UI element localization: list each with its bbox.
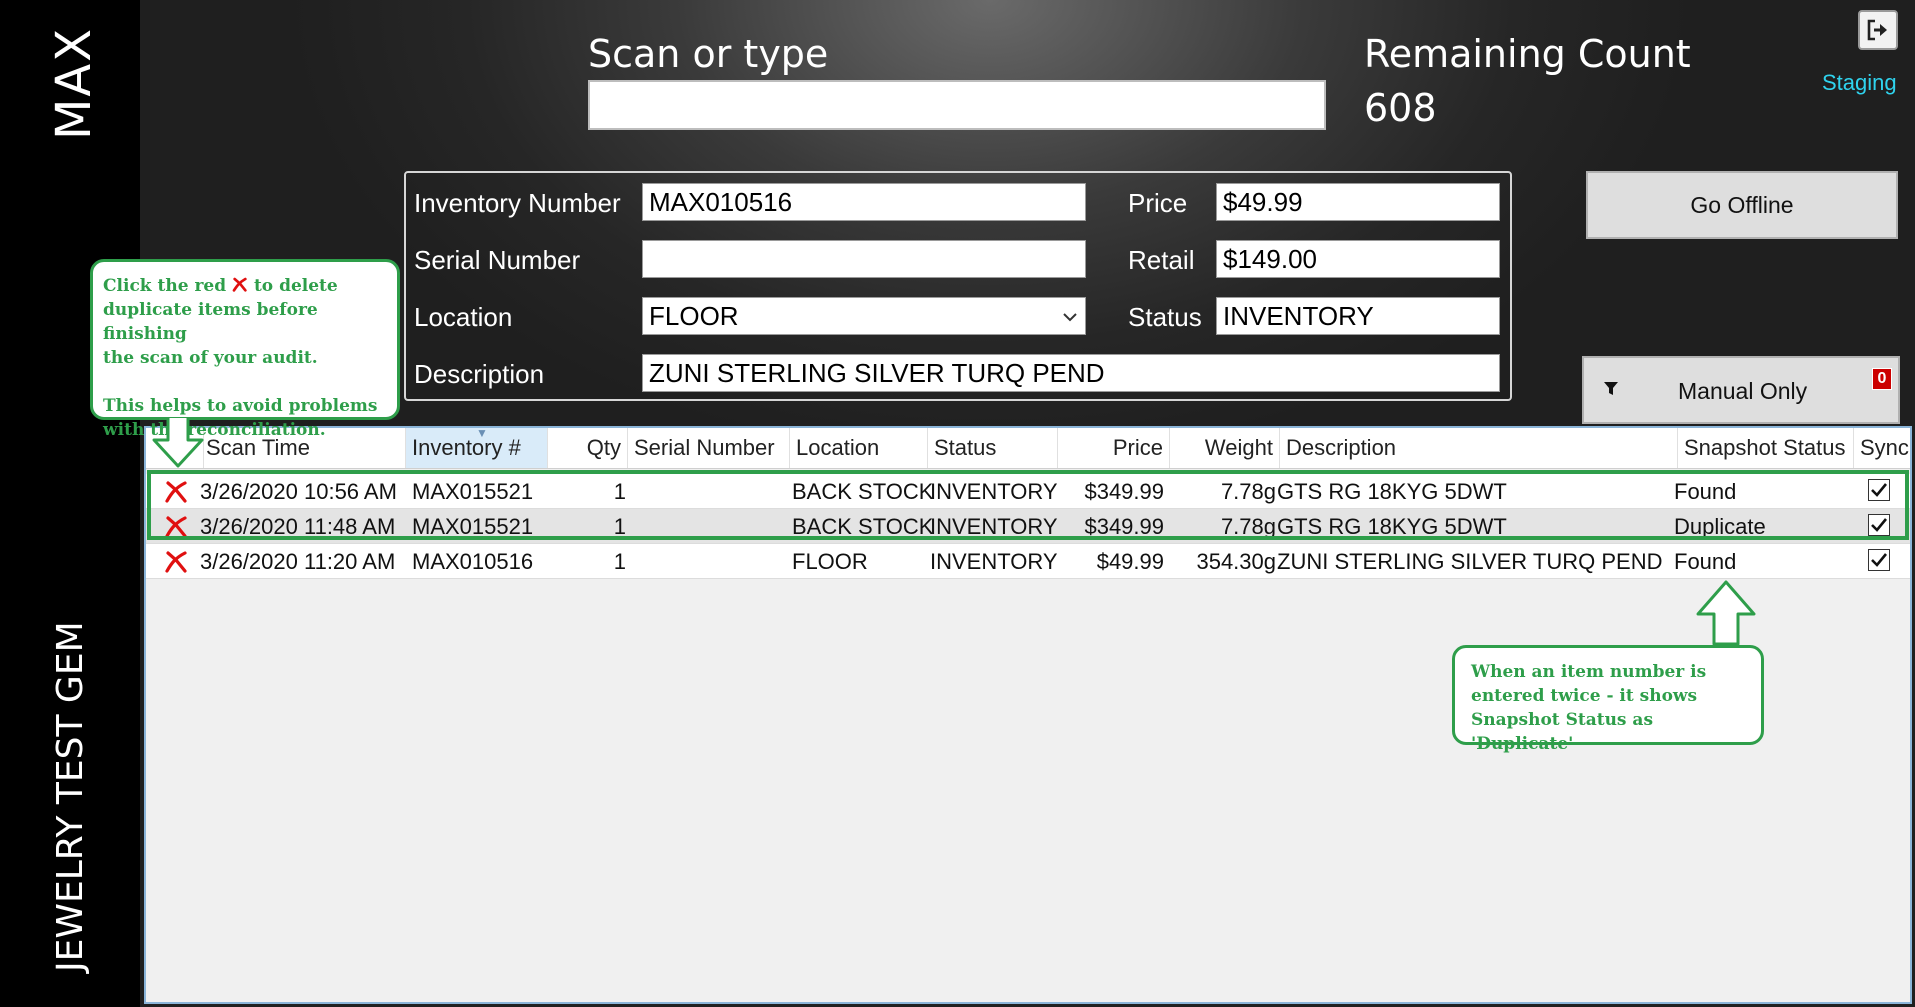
item-detail-panel: Inventory Number MAX010516 Serial Number… (404, 171, 1512, 401)
cell-weight: 7.78g (1220, 514, 1276, 539)
delete-row-icon[interactable] (164, 515, 188, 539)
cell-snapshot-status: Found (1674, 479, 1737, 504)
cell-scan-time: 3/26/2020 11:48 AM (200, 514, 396, 539)
cell-price: $349.99 (1084, 479, 1164, 504)
scan-label: Scan or type (588, 32, 829, 76)
grid-header: Scan Time ▼ Inventory # Qty Serial Numbe… (146, 428, 1910, 469)
cell-inventory-number: MAX010516 (412, 549, 534, 574)
status-label: Status (1128, 302, 1202, 332)
remaining-count-label: Remaining Count (1364, 32, 1691, 76)
duplicate-tip-callout: When an item number is entered twice - i… (1452, 645, 1764, 754)
header-price[interactable]: Price (1058, 428, 1170, 468)
duplicate-tip-line3: Snapshot Status as 'Duplicate' (1471, 710, 1654, 754)
status-field[interactable]: INVENTORY (1216, 297, 1500, 335)
delete-row-icon[interactable] (164, 480, 188, 504)
sidebar: MAX JEWELRY TEST GEM (0, 0, 140, 1007)
cell-serial-number (634, 544, 784, 579)
cell-description: GTS RG 18KYG 5DWT (1277, 479, 1507, 504)
manual-only-label: Manual Only (1678, 378, 1808, 404)
cell-snapshot-status: Found (1674, 549, 1737, 574)
header-status[interactable]: Status (928, 428, 1058, 468)
scan-input[interactable] (588, 80, 1326, 130)
inventory-number-field[interactable]: MAX010516 (642, 183, 1086, 221)
delete-tip-line2: duplicate items before finishing (103, 300, 318, 344)
serial-number-label: Serial Number (414, 245, 581, 275)
cell-weight: 354.30g (1196, 549, 1276, 574)
cell-serial-number (634, 509, 784, 544)
delete-row-icon[interactable] (164, 550, 188, 574)
cell-qty: 1 (613, 479, 626, 504)
cell-scan-time: 3/26/2020 10:56 AM (200, 479, 397, 504)
delete-tip-callout: Click the red to delete duplicate items … (90, 259, 400, 440)
cell-status: INVENTORY (930, 479, 1058, 504)
cell-description: GTS RG 18KYG 5DWT (1277, 514, 1507, 539)
sort-descending-icon: ▼ (476, 428, 488, 440)
description-label: Description (414, 359, 545, 389)
delete-tip-line5: with the reconciliation. (103, 420, 326, 440)
store-name: JEWELRY TEST GEM (50, 621, 91, 972)
sync-checkbox[interactable] (1868, 514, 1890, 536)
location-label: Location (414, 302, 513, 332)
exit-button[interactable] (1858, 10, 1898, 50)
cell-scan-time: 3/26/2020 11:20 AM (200, 549, 396, 574)
price-label: Price (1128, 188, 1188, 218)
checkmark-icon (1871, 518, 1888, 532)
price-field[interactable]: $49.99 (1216, 183, 1500, 221)
cell-status: INVENTORY (930, 549, 1058, 574)
sync-checkbox[interactable] (1868, 549, 1890, 571)
cell-qty: 1 (613, 549, 626, 574)
app-name: MAX (46, 26, 102, 140)
table-row[interactable]: 3/26/2020 10:56 AM MAX015521 1 BACK STOCK IN… (146, 474, 1910, 509)
cell-snapshot-status: Duplicate (1674, 514, 1766, 539)
cell-location: BACK STOCK (792, 479, 932, 504)
header-inventory-number[interactable]: ▼ Inventory # (406, 428, 548, 468)
delete-tip-line3: the scan of your audit. (103, 348, 318, 368)
inventory-number-label: Inventory Number (414, 188, 621, 218)
header-sync[interactable]: Sync (1854, 428, 1912, 468)
cell-inventory-number: MAX015521 (412, 479, 534, 504)
cell-qty: 1 (613, 514, 626, 539)
filter-icon (1604, 382, 1618, 395)
cell-inventory-number: MAX015521 (412, 514, 534, 539)
manual-only-button[interactable]: Manual Only 0 (1582, 356, 1900, 424)
cell-weight: 7.78g (1220, 479, 1276, 504)
cell-price: $349.99 (1084, 514, 1164, 539)
sync-checkbox[interactable] (1868, 479, 1890, 501)
header-qty[interactable]: Qty (548, 428, 628, 468)
header-weight[interactable]: Weight (1170, 428, 1280, 468)
cell-price: $49.99 (1096, 549, 1164, 574)
table-row[interactable]: 3/26/2020 11:48 AM MAX015521 1 BACK STOCK IN… (146, 509, 1910, 544)
retail-label: Retail (1128, 245, 1195, 275)
delete-tip-line1: Click the red to delete (103, 276, 338, 296)
header-location[interactable]: Location (790, 428, 928, 468)
duplicate-tip-line1: When an item number is (1471, 662, 1707, 682)
cell-location: FLOOR (792, 549, 868, 574)
go-offline-button[interactable]: Go Offline (1586, 171, 1898, 239)
cell-description: ZUNI STERLING SILVER TURQ PEND (1277, 549, 1663, 574)
location-select[interactable]: FLOOR (642, 297, 1086, 335)
cell-location: BACK STOCK (792, 514, 932, 539)
header-serial-number[interactable]: Serial Number (628, 428, 790, 468)
checkmark-icon (1871, 483, 1888, 497)
remaining-count-value: 608 (1364, 86, 1437, 130)
serial-number-field[interactable] (642, 240, 1086, 278)
location-value: FLOOR (649, 301, 739, 331)
duplicate-tip-line2: entered twice - it shows (1471, 686, 1698, 706)
red-delete-icon (232, 277, 247, 292)
checkmark-icon (1871, 553, 1888, 567)
exit-icon (1867, 19, 1887, 41)
header-description[interactable]: Description (1280, 428, 1678, 468)
header-snapshot-status[interactable]: Snapshot Status (1678, 428, 1854, 468)
manual-only-count-badge: 0 (1872, 368, 1892, 390)
cell-serial-number (634, 474, 784, 509)
app-window: MAX JEWELRY TEST GEM Scan or type Remain… (0, 0, 1915, 1007)
retail-field[interactable]: $149.00 (1216, 240, 1500, 278)
chevron-down-icon (1063, 313, 1077, 322)
header-inventory-number-label: Inventory # (412, 435, 521, 460)
staging-link[interactable]: Staging (1822, 70, 1897, 96)
cell-status: INVENTORY (930, 514, 1058, 539)
delete-tip-line4: This helps to avoid problems (103, 396, 378, 416)
table-row[interactable]: 3/26/2020 11:20 AM MAX010516 1 FLOOR INVENTO… (146, 544, 1910, 579)
description-field[interactable]: ZUNI STERLING SILVER TURQ PEND (642, 354, 1500, 392)
